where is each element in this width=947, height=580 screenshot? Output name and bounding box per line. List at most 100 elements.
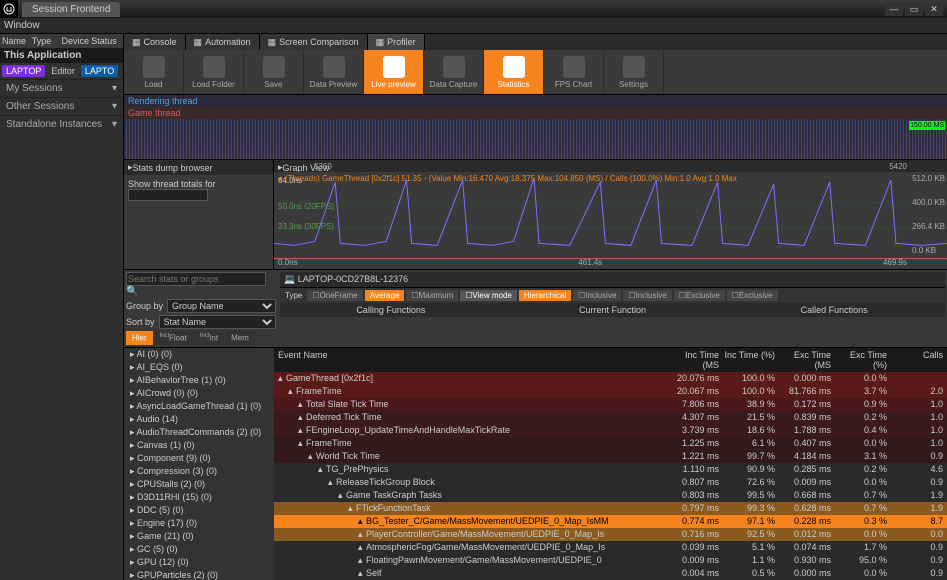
type-btn-view-mode[interactable]: ☐View mode xyxy=(460,290,517,301)
evt-col-hdr[interactable]: Inc Time (%) xyxy=(723,350,779,370)
sidebar-section[interactable]: My Sessions▾ xyxy=(0,79,123,97)
type-btn-oneframe[interactable]: ☐OneFrame xyxy=(307,290,362,301)
toolbar-data-capture[interactable]: Data Capture xyxy=(424,50,484,94)
thread-totals-input[interactable] xyxy=(128,189,208,201)
session-editor-badge[interactable]: Editor xyxy=(47,65,79,77)
evt-col-hdr[interactable]: Inc Time (MS xyxy=(667,350,723,370)
toolbar-save[interactable]: Save xyxy=(244,50,304,94)
evt-col-hdr[interactable]: Exc Time (%) xyxy=(835,350,891,370)
type-btn-average[interactable]: Average xyxy=(365,290,405,301)
stat-tree-item[interactable]: ▸ Canvas (1) (0) xyxy=(124,439,274,452)
stat-tree-item[interactable]: ▸ GPU (12) (0) xyxy=(124,556,274,569)
stat-tree-item[interactable]: ▸ AICrowd (0) (0) xyxy=(124,387,274,400)
stat-tree-item[interactable]: ▸ AIBehaviorTree (1) (0) xyxy=(124,374,274,387)
event-row[interactable]: ▴BG_Tester_C/Game/MassMovement/UEDPIE_0_… xyxy=(274,515,947,528)
stat-tree-item[interactable]: ▸ Audio (14) xyxy=(124,413,274,426)
event-row[interactable]: ▴FEngineLoop_UpdateTimeAndHandleMaxTickR… xyxy=(274,424,947,437)
col-hdr: Current Function xyxy=(502,305,724,315)
event-row[interactable]: ▴Total Slate Tick Time7.806 ms38.9 %0.17… xyxy=(274,398,947,411)
maximize-button[interactable]: ▭ xyxy=(905,2,923,16)
gv-left-low: 33.3ns (30FPS) xyxy=(278,222,334,231)
stat-tree-item[interactable]: ▸ CPUStalls (2) (0) xyxy=(124,478,274,491)
event-row[interactable]: ▴Deferred Tick Time4.307 ms21.5 %0.839 m… xyxy=(274,411,947,424)
event-row[interactable]: ▴TG_PrePhysics1.110 ms90.9 %0.285 ms0.2 … xyxy=(274,463,947,476)
this-application: This Application xyxy=(0,48,123,63)
toolbar-load[interactable]: Load xyxy=(124,50,184,94)
stat-tree-item[interactable]: ▸ GPUParticles (2) (0) xyxy=(124,569,274,580)
event-row[interactable]: ▴GameThread [0x2f1c]20.076 ms100.0 %0.00… xyxy=(274,372,947,385)
sort-by-label: Sort by xyxy=(126,317,155,327)
event-row[interactable]: ▴Self0.004 ms0.5 %0.000 ms0.0 %0.9 xyxy=(274,567,947,580)
evt-col-hdr[interactable]: Calls xyxy=(891,350,947,370)
menubar[interactable]: Window xyxy=(0,18,947,34)
stat-tree-item[interactable]: ▸ GC (5) (0) xyxy=(124,543,274,556)
stat-tree-item[interactable]: ▸ AI_EQS (0) xyxy=(124,361,274,374)
stat-tree-item[interactable]: ▸ Component (9) (0) xyxy=(124,452,274,465)
type-btn-inclusive[interactable]: ☐Inclusive xyxy=(573,290,621,301)
filter-btn-int[interactable]: InclInt xyxy=(194,331,224,345)
toolbar-load-folder[interactable]: Load Folder xyxy=(184,50,244,94)
toolbar-settings[interactable]: Settings xyxy=(604,50,664,94)
event-row[interactable]: ▴AtmosphericFog/Game/MassMovement/UEDPIE… xyxy=(274,541,947,554)
gv-left-mid: 50.0ns (20FPS) xyxy=(278,202,334,211)
threads-mini-graph[interactable]: 150.00 MS xyxy=(124,119,947,159)
stat-tree-item[interactable]: ▸ Compression (3) (0) xyxy=(124,465,274,478)
toolbar-data-preview[interactable]: Data Preview xyxy=(304,50,364,94)
sidebar-col[interactable]: Status xyxy=(91,36,121,46)
event-row[interactable]: ▴ReleaseTickGroup Block0.807 ms72.6 %0.0… xyxy=(274,476,947,489)
tab-automation[interactable]: ▦Automation xyxy=(186,34,260,50)
search-input[interactable] xyxy=(126,272,266,286)
group-by-select[interactable]: Group Name xyxy=(167,299,276,313)
stats-dump-header[interactable]: ▸ Stats dump browser xyxy=(124,160,273,175)
session-laptop-badge[interactable]: LAPTOP xyxy=(2,65,45,77)
game-thread-label[interactable]: Game thread xyxy=(124,107,947,119)
toolbar-live-preview[interactable]: Live preview xyxy=(364,50,424,94)
tab-screen-comparison[interactable]: ▦Screen Comparison xyxy=(260,34,368,50)
event-row[interactable]: ▴FrameTime20.067 ms100.0 %81.766 ms3.7 %… xyxy=(274,385,947,398)
stat-tree-item[interactable]: ▸ Engine (17) (0) xyxy=(124,517,274,530)
stat-tree-item[interactable]: ▸ DDC (5) (0) xyxy=(124,504,274,517)
tab-profiler[interactable]: ▦Profiler xyxy=(368,34,425,50)
machine-name: 💻 LAPTOP-0CD27B8L-12376 xyxy=(280,272,945,288)
stat-tree-item[interactable]: ▸ AudioThreadCommands (2) (0) xyxy=(124,426,274,439)
event-row[interactable]: ▴FloatingPawnMovement/Game/MassMovement/… xyxy=(274,554,947,567)
graph-info: ● (Threads) GameThread [0x2f1c] 51.35 - … xyxy=(278,174,737,183)
thread-totals-label: Show thread totals for xyxy=(128,179,216,189)
evt-col-hdr[interactable]: Event Name xyxy=(274,350,667,370)
event-row[interactable]: ▴World Tick Time1.221 ms99.7 %4.184 ms3.… xyxy=(274,450,947,463)
search-icon[interactable]: 🔍 xyxy=(126,286,138,297)
toolbar-statistics[interactable]: Statistics xyxy=(484,50,544,94)
evt-col-hdr[interactable]: Exc Time (MS xyxy=(779,350,835,370)
event-row[interactable]: ▴PlayerController/Game/MassMovement/UEDP… xyxy=(274,528,947,541)
type-btn-maximum[interactable]: ☐Maximum xyxy=(406,290,458,301)
type-btn-exclusive[interactable]: ☐Exclusive xyxy=(674,290,725,301)
event-row[interactable]: ▴FTickFunctionTask0.797 ms99.3 %0.628 ms… xyxy=(274,502,947,515)
filter-btn-float[interactable]: InclFloat xyxy=(154,331,193,345)
graph-canvas[interactable] xyxy=(274,172,947,264)
sort-by-select[interactable]: Stat Name xyxy=(159,315,276,329)
sidebar-col[interactable]: Type xyxy=(32,36,62,46)
close-button[interactable]: ✕ xyxy=(925,2,943,16)
stat-tree-item[interactable]: ▸ D3D11RHI (15) (0) xyxy=(124,491,274,504)
session-tab[interactable]: Session Frontend xyxy=(22,2,120,17)
filter-btn-hier[interactable]: Hier xyxy=(126,331,153,345)
stat-tree-item[interactable]: ▸ AI (0) (0) xyxy=(124,348,274,361)
rendering-thread-label[interactable]: Rendering thread xyxy=(124,95,947,107)
type-btn-exclusive[interactable]: ☐Exclusive xyxy=(727,290,778,301)
session-lapto-badge[interactable]: LAPTO xyxy=(81,65,118,77)
event-row[interactable]: ▴Game TaskGraph Tasks0.803 ms99.5 %0.668… xyxy=(274,489,947,502)
stat-tree-item[interactable]: ▸ Game (21) (0) xyxy=(124,530,274,543)
minimize-button[interactable]: — xyxy=(885,2,903,16)
event-row[interactable]: ▴FrameTime1.225 ms6.1 %0.407 ms0.0 %1.0 xyxy=(274,437,947,450)
type-btn-hierarchical[interactable]: Hierarchical xyxy=(519,290,571,301)
sidebar-col[interactable]: Name xyxy=(2,36,32,46)
filter-btn-mem[interactable]: Mem xyxy=(225,331,255,345)
type-label: Type xyxy=(282,290,305,301)
tab-console[interactable]: ▦Console xyxy=(124,34,186,50)
sidebar-section[interactable]: Other Sessions▾ xyxy=(0,97,123,115)
toolbar-fps-chart[interactable]: FPS Chart xyxy=(544,50,604,94)
stat-tree-item[interactable]: ▸ AsyncLoadGameThread (1) (0) xyxy=(124,400,274,413)
sidebar-col[interactable]: Device xyxy=(62,36,92,46)
type-btn-inclusive[interactable]: ☐Inclusive xyxy=(623,290,671,301)
sidebar-section[interactable]: Standalone Instances▾ xyxy=(0,115,123,133)
